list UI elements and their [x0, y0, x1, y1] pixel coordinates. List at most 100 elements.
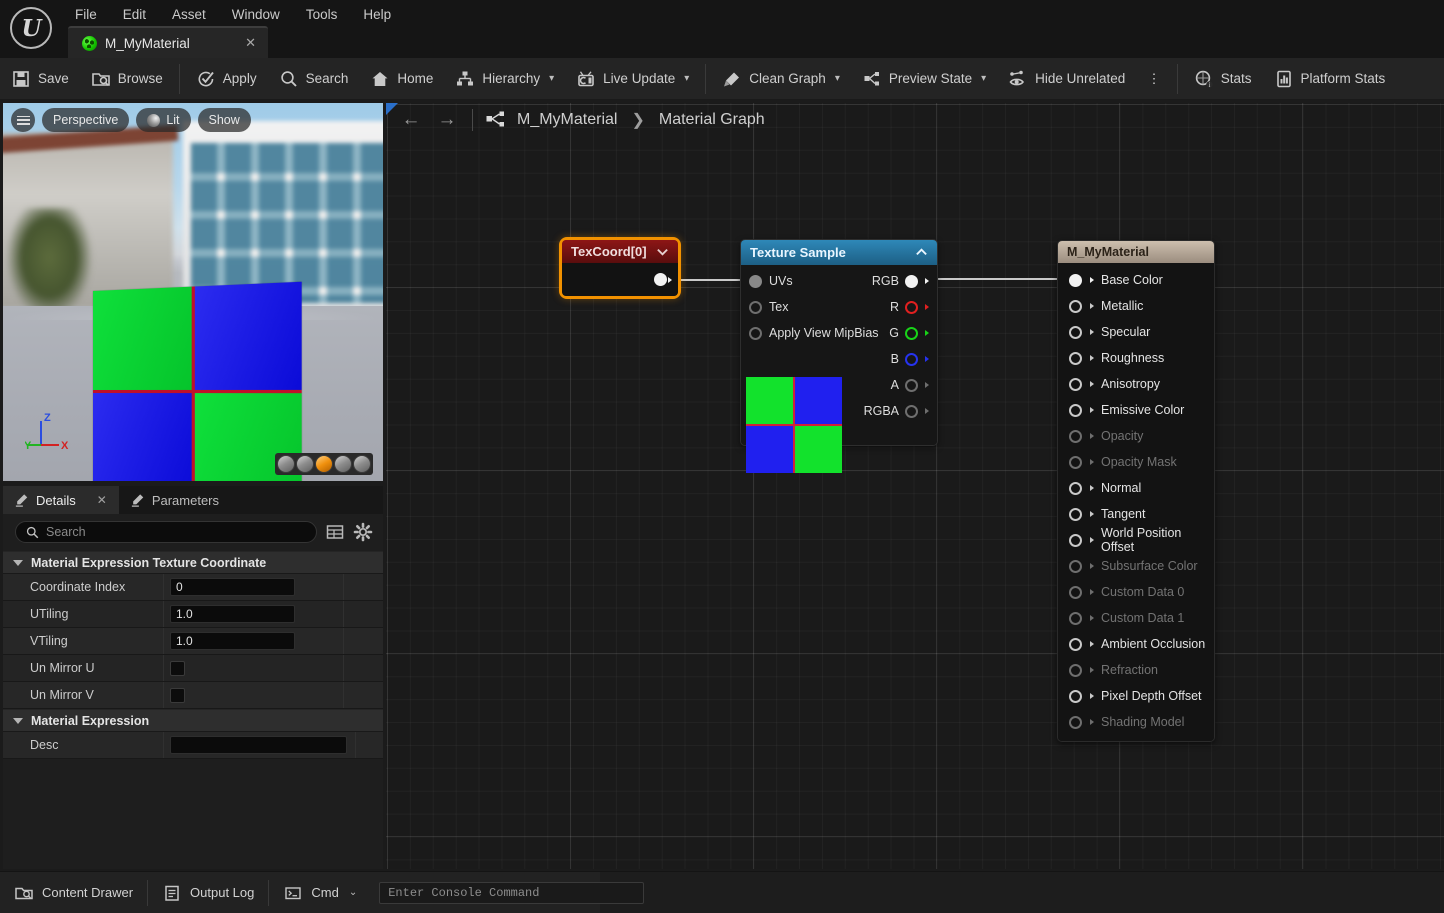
toolbar-button-hierarchy[interactable]: Hierarchy ▾	[444, 62, 565, 96]
chevron-down-icon[interactable]	[656, 245, 669, 258]
chevron-down-icon[interactable]: ▾	[549, 73, 554, 84]
property-text-field[interactable]: 1.0	[170, 632, 295, 650]
toolbar-button-overflow[interactable]: ⋮	[1136, 62, 1172, 96]
pin-input-tex[interactable]: Tex	[749, 300, 788, 314]
pin-output-g[interactable]: G	[889, 326, 929, 340]
toolbar-button-live-update[interactable]: Live Update ▾	[565, 62, 700, 96]
navigate-forward-button[interactable]: →	[434, 109, 460, 131]
property-text-field[interactable]: 1.0	[170, 605, 295, 623]
chevron-down-icon[interactable]: ▾	[835, 73, 840, 84]
material-pin-subsurface-color[interactable]: Subsurface Color	[1058, 553, 1214, 579]
toolbar-button-clean-graph[interactable]: Clean Graph ▾	[711, 62, 851, 96]
material-pin-specular[interactable]: Specular	[1058, 319, 1214, 345]
chevron-down-icon[interactable]: ▾	[684, 73, 689, 84]
details-tab-parameters[interactable]: Parameters	[119, 486, 231, 514]
close-icon[interactable]: ✕	[97, 493, 107, 507]
preview-shape-plane[interactable]	[315, 455, 333, 473]
pin-output-a[interactable]: A	[891, 378, 929, 392]
toolbar-button-stats[interactable]: i Stats	[1183, 62, 1263, 96]
chevron-up-icon[interactable]	[915, 246, 928, 259]
breadcrumb-root[interactable]: M_MyMaterial	[517, 111, 617, 129]
viewport-menu-button[interactable]	[11, 108, 35, 132]
material-pin-opacity[interactable]: Opacity	[1058, 423, 1214, 449]
preview-shape-cylinder[interactable]	[277, 455, 295, 473]
texture-preview-thumbnail[interactable]	[746, 377, 842, 473]
material-pin-shading-model[interactable]: Shading Model	[1058, 709, 1214, 735]
toolbar-button-hide-unrelated[interactable]: Hide Unrelated	[997, 62, 1136, 96]
node-material-output[interactable]: M_MyMaterial Base Color Metallic Specular R…	[1057, 240, 1215, 742]
material-pin-pixel-depth-offset[interactable]: Pixel Depth Offset	[1058, 683, 1214, 709]
preview-mesh-plane[interactable]	[93, 282, 302, 481]
preview-shape-sphere[interactable]	[296, 455, 314, 473]
pin-output-rgb[interactable]: RGB	[872, 274, 929, 288]
menu-item-window[interactable]: Window	[219, 4, 293, 25]
material-pin-ambient-occlusion[interactable]: Ambient Occlusion	[1058, 631, 1214, 657]
material-pin-refraction[interactable]: Refraction	[1058, 657, 1214, 683]
pin-arrow	[1090, 329, 1094, 335]
viewport-show-menu-button[interactable]: Show	[198, 108, 251, 132]
document-tab-m-mymaterial[interactable]: M_MyMaterial ✕	[68, 26, 268, 58]
toolbar-button-home[interactable]: Home	[359, 62, 444, 96]
menu-item-help[interactable]: Help	[350, 4, 404, 25]
menu-item-tools[interactable]: Tools	[293, 4, 351, 25]
pin-output-rgba[interactable]: RGBA	[864, 404, 929, 418]
details-category-header[interactable]: Material Expression	[3, 709, 383, 732]
property-checkbox[interactable]	[170, 661, 185, 676]
menu-item-file[interactable]: File	[62, 4, 110, 25]
material-pin-roughness[interactable]: Roughness	[1058, 345, 1214, 371]
pin-output-b[interactable]: B	[891, 352, 929, 366]
material-pin-normal[interactable]: Normal	[1058, 475, 1214, 501]
node-material-output-title-bar[interactable]: M_MyMaterial	[1058, 241, 1214, 263]
chevron-down-icon[interactable]: ▾	[981, 73, 986, 84]
material-pin-opacity-mask[interactable]: Opacity Mask	[1058, 449, 1214, 475]
content-drawer-button[interactable]: Content Drawer	[0, 872, 147, 913]
close-icon[interactable]: ✕	[227, 35, 256, 51]
toolbar-button-apply[interactable]: Apply	[185, 62, 268, 96]
material-pin-custom-data-0[interactable]: Custom Data 0	[1058, 579, 1214, 605]
details-tab-details[interactable]: Details ✕	[3, 486, 119, 514]
preview-shape-custom-mesh[interactable]	[353, 455, 371, 473]
material-pin-anisotropy[interactable]: Anisotropy	[1058, 371, 1214, 397]
material-pin-world-position-offset[interactable]: World Position Offset	[1058, 527, 1214, 553]
navigate-back-button[interactable]: ←	[398, 109, 424, 131]
material-pin-base-color[interactable]: Base Color	[1058, 267, 1214, 293]
material-graph-canvas[interactable]: ← → M_MyMaterial ❯ Material Graph TexCoo…	[386, 103, 1444, 869]
material-preview-viewport[interactable]: Z X Y Perspective Lit Show	[3, 103, 383, 481]
property-checkbox[interactable]	[170, 688, 185, 703]
material-pin-metallic[interactable]: Metallic	[1058, 293, 1214, 319]
material-pin-custom-data-1[interactable]: Custom Data 1	[1058, 605, 1214, 631]
details-search-box[interactable]	[15, 521, 317, 543]
chevron-down-icon[interactable]: ⌄	[349, 887, 357, 898]
material-pin-tangent[interactable]: Tangent	[1058, 501, 1214, 527]
property-text-field[interactable]: 0	[170, 578, 295, 596]
unreal-logo-icon[interactable]: U	[10, 7, 52, 49]
viewport-view-mode-button[interactable]: Lit	[136, 108, 190, 132]
material-pin-emissive-color[interactable]: Emissive Color	[1058, 397, 1214, 423]
breadcrumb-leaf[interactable]: Material Graph	[659, 111, 765, 129]
toolbar-button-browse[interactable]: Browse	[80, 62, 174, 96]
toolbar-button-save[interactable]: Save	[0, 62, 80, 96]
node-texture-sample[interactable]: Texture Sample UVs RGB Tex R Apply View MipB…	[740, 239, 938, 446]
console-command-input[interactable]: Enter Console Command	[379, 882, 644, 904]
toolbar-button-search[interactable]: Search	[268, 62, 360, 96]
node-texture-sample-title-bar[interactable]: Texture Sample	[741, 240, 937, 265]
preview-shape-cube[interactable]	[334, 455, 352, 473]
node-texcoord[interactable]: TexCoord[0]	[559, 237, 681, 299]
property-text-field[interactable]	[170, 736, 347, 754]
cmd-mode-button[interactable]: Cmd ⌄	[269, 872, 371, 913]
menu-item-edit[interactable]: Edit	[110, 4, 159, 25]
pin-texcoord-output[interactable]	[654, 273, 667, 286]
pin-input-uvs[interactable]: UVs	[749, 274, 793, 288]
toolbar-button-preview-state[interactable]: Preview State ▾	[851, 62, 997, 96]
column-view-icon[interactable]	[325, 522, 345, 542]
menu-item-asset[interactable]: Asset	[159, 4, 219, 25]
node-texcoord-title-bar[interactable]: TexCoord[0]	[562, 240, 678, 263]
viewport-camera-mode-button[interactable]: Perspective	[42, 108, 129, 132]
pin-input-apply-view-mipbias[interactable]: Apply View MipBias	[749, 326, 879, 340]
details-category-header[interactable]: Material Expression Texture Coordinate	[3, 551, 383, 574]
pin-output-r[interactable]: R	[890, 300, 929, 314]
details-search-input[interactable]	[46, 525, 306, 539]
gear-icon[interactable]	[353, 522, 373, 542]
toolbar-button-platform-stats[interactable]: Platform Stats	[1263, 62, 1397, 96]
output-log-button[interactable]: Output Log	[148, 872, 268, 913]
